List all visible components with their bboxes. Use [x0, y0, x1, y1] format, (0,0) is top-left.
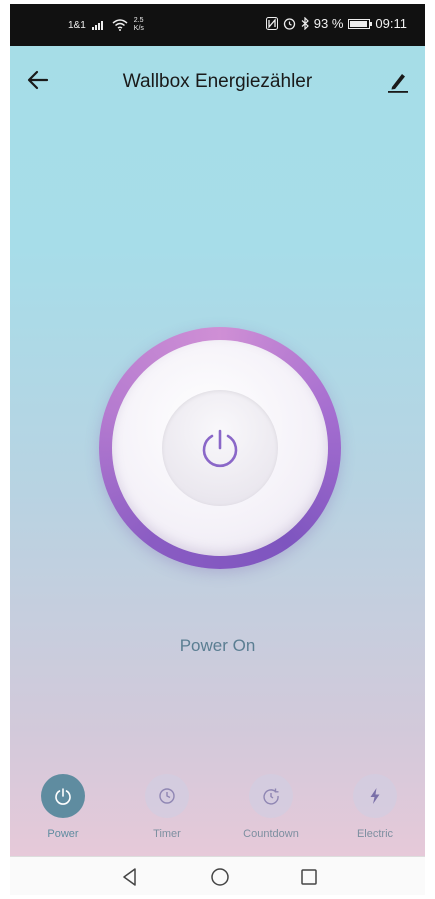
app-screen: Wallbox Energiezähler Power On Power Tim… [10, 46, 425, 856]
network-speed: 2.5 K/s [134, 17, 144, 33]
countdown-icon [263, 788, 279, 805]
app-bar: Wallbox Energiezähler [10, 46, 425, 116]
power-icon [55, 788, 71, 805]
nav-item-timer[interactable]: Timer [122, 774, 212, 840]
edit-button[interactable] [385, 68, 413, 96]
clock: 09:11 [375, 16, 407, 31]
system-recents-button[interactable] [297, 865, 321, 889]
phone-screen: 1&1 2.5 K/s 93 % 09:11 Wallbox Energiezä… [10, 4, 425, 895]
nav-countdown-circle [249, 774, 293, 818]
power-disc [112, 340, 328, 556]
timer-icon [159, 788, 175, 804]
triangle-back-icon [123, 868, 136, 886]
alarm-icon [283, 18, 295, 30]
signal-icon [91, 21, 103, 30]
nav-item-countdown[interactable]: Countdown [226, 774, 316, 840]
circle-home-icon [211, 868, 229, 886]
status-bar-left: 1&1 2.5 K/s [68, 17, 144, 33]
system-back-button[interactable] [118, 865, 142, 889]
nav-label-electric: Electric [356, 828, 394, 840]
status-bar-right: 93 % 09:11 [265, 16, 407, 31]
nav-item-power[interactable]: Power [18, 774, 108, 840]
status-bar: 1&1 2.5 K/s 93 % 09:11 [10, 4, 425, 46]
speed-value: 2.5 [133, 17, 144, 24]
nav-label-countdown: Countdown [243, 828, 299, 840]
battery-percent: 93 % [313, 16, 344, 31]
nav-item-electric[interactable]: Electric [330, 774, 420, 840]
system-nav-bar [10, 856, 425, 895]
power-status: Power On [179, 636, 256, 655]
nav-label-power: Power [47, 828, 79, 840]
page-title: Wallbox Energiezähler [122, 71, 313, 92]
battery-fill [350, 20, 368, 27]
nfc-icon [265, 17, 278, 30]
nav-electric-circle [353, 774, 397, 818]
square-recents-icon [301, 869, 317, 885]
wifi-icon [112, 19, 128, 31]
battery-icon [348, 18, 373, 29]
power-icon [202, 429, 238, 468]
bluetooth-icon [301, 17, 309, 30]
power-ring [99, 327, 341, 569]
speed-unit: K/s [133, 25, 144, 32]
lightning-icon [370, 788, 380, 804]
nav-power-circle [41, 774, 85, 818]
system-home-button[interactable] [208, 865, 232, 889]
power-toggle-button[interactable] [162, 390, 278, 506]
carrier-label: 1&1 [68, 19, 86, 31]
pencil-icon [388, 74, 408, 93]
bottom-nav: Power Timer Countdown Electric [10, 774, 425, 854]
nav-label-timer: Timer [153, 828, 181, 840]
nav-timer-circle [145, 774, 189, 818]
